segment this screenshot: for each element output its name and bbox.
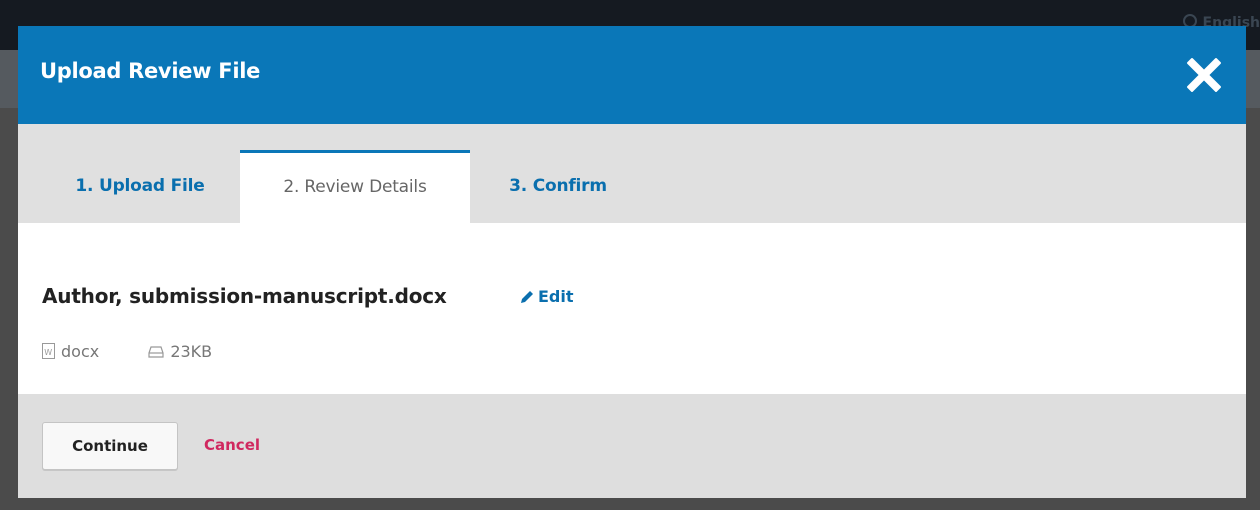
file-type: W docx [42, 342, 99, 361]
modal-title: Upload Review File [40, 59, 261, 83]
tab-review-details[interactable]: 2. Review Details [240, 150, 470, 223]
svg-text:W: W [44, 348, 52, 357]
close-icon[interactable] [1184, 55, 1224, 95]
cancel-link[interactable]: Cancel [204, 436, 260, 454]
modal-header: Upload Review File [18, 26, 1246, 124]
file-meta: W docx 23KB [42, 342, 256, 361]
tab-upload-file[interactable]: 1. Upload File [42, 150, 238, 223]
file-row: Author, submission-manuscript.docx Edit [42, 284, 574, 314]
continue-button[interactable]: Continue [42, 422, 178, 470]
file-size: 23KB [148, 342, 212, 361]
file-name: Author, submission-manuscript.docx [42, 284, 447, 308]
file-type-label: docx [61, 342, 100, 361]
file-size-label: 23KB [170, 342, 213, 361]
edit-link[interactable]: Edit [520, 287, 574, 306]
pencil-icon [521, 291, 533, 303]
edit-label: Edit [538, 287, 574, 306]
tab-confirm[interactable]: 3. Confirm [488, 150, 628, 223]
modal-footer: Continue Cancel [18, 394, 1246, 498]
word-document-icon: W [42, 343, 55, 359]
hard-drive-icon [148, 346, 164, 358]
wizard-tabs: 1. Upload File 2. Review Details 3. Conf… [18, 124, 1246, 223]
upload-review-file-modal: Upload Review File 1. Upload File 2. Rev… [18, 26, 1246, 498]
